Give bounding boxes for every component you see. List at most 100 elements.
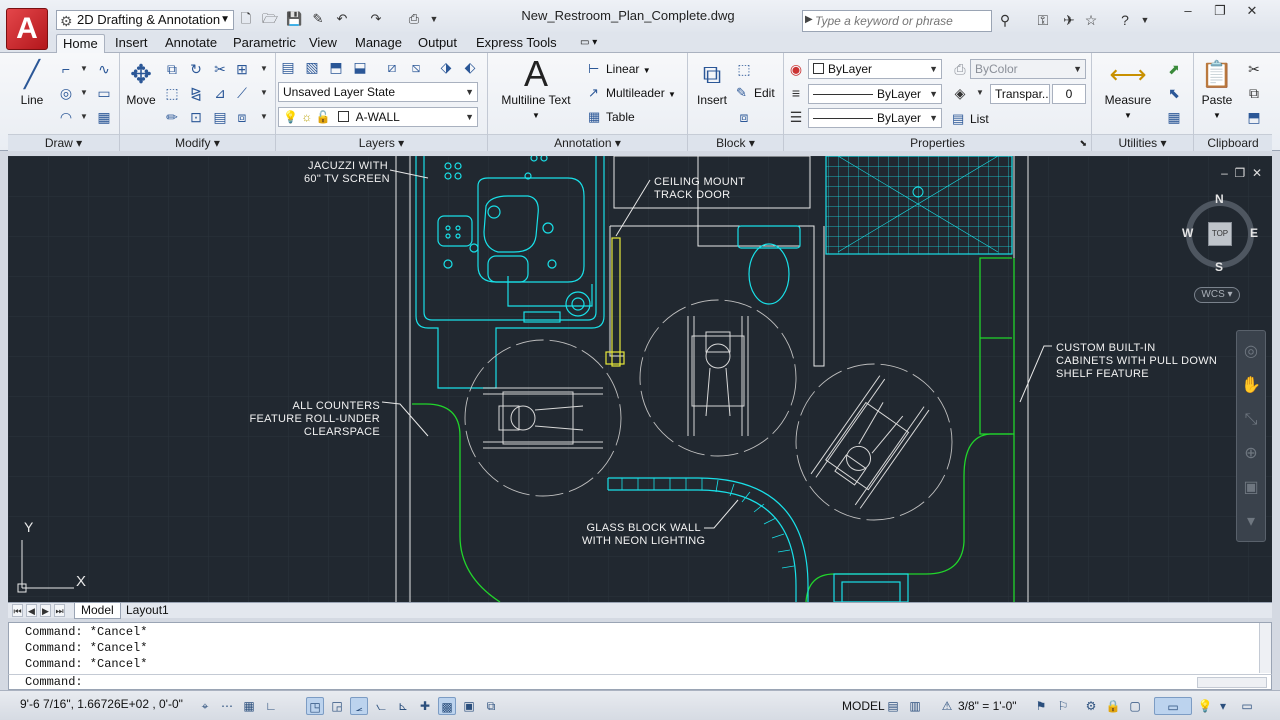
viewport-minimize-icon[interactable]: – [1221, 166, 1228, 180]
create-block-icon[interactable]: ⬚ [734, 59, 754, 79]
annotation-panel-title[interactable]: Annotation ▾ [488, 134, 687, 151]
drawing-canvas[interactable]: Y X JACUZZI WITH 60" TV SCREEN CEILING M… [8, 156, 1272, 602]
hardware-acceleration-icon[interactable]: ▭ [1154, 697, 1192, 715]
arc-icon[interactable]: ◠ [56, 107, 76, 127]
utilities-panel-title[interactable]: Utilities ▾ [1092, 134, 1193, 151]
arc-dropdown-icon[interactable]: ▼ [74, 107, 94, 127]
horizontal-scrollbar[interactable] [1197, 677, 1267, 688]
tab-insert[interactable]: Insert [109, 34, 154, 54]
array-grid-icon[interactable]: ▤ [210, 107, 230, 127]
measure-button[interactable]: ⟷ Measure ▼ [1098, 57, 1158, 121]
minimize-button[interactable]: – [1174, 2, 1202, 20]
isolate-icon[interactable]: 💡 [1196, 697, 1214, 715]
rotate-icon[interactable]: ↻ [186, 59, 206, 79]
workspace-switching-icon[interactable]: ⚙ [1082, 697, 1100, 715]
annotation-scale[interactable]: 3/8" = 1'-0" [958, 699, 1017, 713]
layer-dropdown[interactable]: 💡 ☼ 🔓 A-WALL ▼ [278, 107, 478, 127]
tab-home[interactable]: Home [56, 34, 105, 54]
dynamic-input-icon[interactable]: ✚ [416, 697, 434, 715]
layer-walk-icon[interactable]: ⬖ [460, 57, 480, 77]
binoculars-icon[interactable]: ⚲ [996, 11, 1014, 29]
properties-panel-title[interactable]: Properties ⬊ [784, 134, 1091, 151]
edit-block-button[interactable]: ✎ Edit [736, 85, 775, 101]
layer-lock-icon[interactable]: ⧅ [406, 57, 426, 77]
orbit-icon[interactable]: ⊕ [1237, 441, 1265, 467]
lineweight-icon[interactable]: ≡ [786, 83, 806, 103]
compass-south[interactable]: S [1215, 260, 1223, 274]
layer-iso-icon[interactable]: ⬒ [326, 57, 346, 77]
exchange-icon[interactable]: ✈ [1060, 11, 1078, 29]
object-snap-tracking-icon[interactable]: ⦦ [372, 697, 390, 715]
dialog-launcher-icon[interactable]: ⬊ [1079, 135, 1087, 151]
tab-output[interactable]: Output [412, 34, 463, 54]
mirror-icon[interactable]: ⧎ [186, 83, 206, 103]
line-button[interactable]: ╱ Line [14, 57, 50, 107]
modify-dropdown-1-icon[interactable]: ▼ [254, 59, 274, 79]
tab-express-tools[interactable]: Express Tools [470, 34, 563, 54]
pan-hand-icon[interactable]: ✋ [1237, 373, 1265, 399]
annotation-visibility-icon[interactable]: ⚑ [1032, 697, 1050, 715]
linetype-dropdown[interactable]: ByLayer ▼ [808, 84, 942, 104]
modify-dropdown-2-icon[interactable]: ▼ [254, 83, 274, 103]
layer-match-icon[interactable]: ⬗ [436, 57, 456, 77]
match-properties-icon[interactable]: ◉ [786, 59, 806, 79]
modify-panel-title[interactable]: Modify ▾ [120, 134, 275, 151]
first-layout-icon[interactable]: ⏮ [12, 604, 23, 617]
quick-view-layouts-icon[interactable]: ▤ [884, 697, 902, 715]
layer-state-dropdown[interactable]: Unsaved Layer State ▼ [278, 82, 478, 102]
3d-osnap-icon[interactable]: ⦟ [350, 697, 368, 715]
draw-panel-title[interactable]: Draw ▾ [8, 134, 119, 151]
ortho-mode-icon[interactable]: ∟ [262, 697, 280, 715]
command-scrollbar[interactable] [1259, 623, 1271, 673]
offset-icon[interactable]: ⧈ [232, 107, 252, 127]
prev-layout-icon[interactable]: ◀ [26, 604, 37, 617]
coordinates-readout[interactable]: 9'-6 7/16", 1.66726E+02 , 0'-0" [20, 697, 183, 711]
array-icon[interactable]: ⊞ [232, 59, 252, 79]
list-button[interactable]: ▤ List [952, 111, 989, 127]
tab-parametric[interactable]: Parametric [227, 34, 302, 54]
clipboard-panel-title[interactable]: Clipboard [1194, 134, 1272, 151]
multiline-text-button[interactable]: A Multiline Text ▼ [494, 56, 578, 121]
last-layout-icon[interactable]: ⏭ [54, 604, 65, 617]
key-icon[interactable]: ⚿ [1034, 11, 1052, 29]
viewcube[interactable]: TOP N S W E [1180, 192, 1260, 274]
layer-freeze-icon[interactable]: ⧄ [382, 57, 402, 77]
layer-off-icon[interactable]: ⬓ [350, 57, 370, 77]
application-menu-button[interactable]: A [6, 8, 48, 50]
mirror-line-icon[interactable]: ⊿ [210, 83, 230, 103]
lock-ui-icon[interactable]: 🔒 [1104, 697, 1122, 715]
restore-button[interactable]: ❐ [1206, 2, 1234, 20]
quick-select-icon[interactable]: ⬈ [1164, 59, 1184, 79]
close-button[interactable]: ✕ [1238, 2, 1266, 20]
block-panel-title[interactable]: Block ▾ [688, 134, 783, 151]
linear-dimension-button[interactable]: ⊢ Linear ▼ [588, 61, 651, 77]
model-space-toggle[interactable]: MODEL [842, 699, 885, 713]
rectangle-icon[interactable]: ▭ [94, 83, 114, 103]
color-dropdown[interactable]: ByLayer ▼ [808, 59, 942, 79]
viewcube-top-face[interactable]: TOP [1208, 222, 1232, 246]
tab-model[interactable]: Model [74, 603, 121, 619]
tab-layout1[interactable]: Layout1 [120, 603, 175, 619]
dynamic-ucs-icon[interactable]: ⊾ [394, 697, 412, 715]
move-button[interactable]: ✥ Move [122, 57, 160, 107]
next-layout-icon[interactable]: ▶ [40, 604, 51, 617]
polar-tracking-icon[interactable]: ◳ [306, 697, 324, 715]
viewport-restore-icon[interactable]: ❐ [1235, 166, 1246, 180]
linetype-icon[interactable]: ☰ [786, 107, 806, 127]
copy-clip-icon[interactable]: ⧉ [1244, 83, 1264, 103]
showmotion-icon[interactable]: ▣ [1237, 475, 1265, 501]
snap-mode-icon[interactable]: ⋯ [218, 697, 236, 715]
star-icon[interactable]: ☆ [1082, 11, 1100, 29]
circle-dropdown-icon[interactable]: ▼ [74, 83, 94, 103]
compass-north[interactable]: N [1215, 192, 1224, 206]
block-attributes-icon[interactable]: ⧈ [734, 107, 754, 127]
object-snap-icon[interactable]: ◲ [328, 697, 346, 715]
trim-icon[interactable]: ✂ [210, 59, 230, 79]
scale-icon[interactable]: ⊡ [186, 107, 206, 127]
tab-view[interactable]: View [303, 34, 343, 54]
grid-display-icon[interactable]: ▦ [240, 697, 258, 715]
compass-west[interactable]: W [1182, 226, 1193, 240]
ribbon-toggle-icon[interactable]: ▭ ▾ [574, 34, 603, 54]
steering-wheel-icon[interactable]: ◎ [1237, 339, 1265, 365]
multileader-button[interactable]: ↗ Multileader ▼ [588, 85, 676, 101]
